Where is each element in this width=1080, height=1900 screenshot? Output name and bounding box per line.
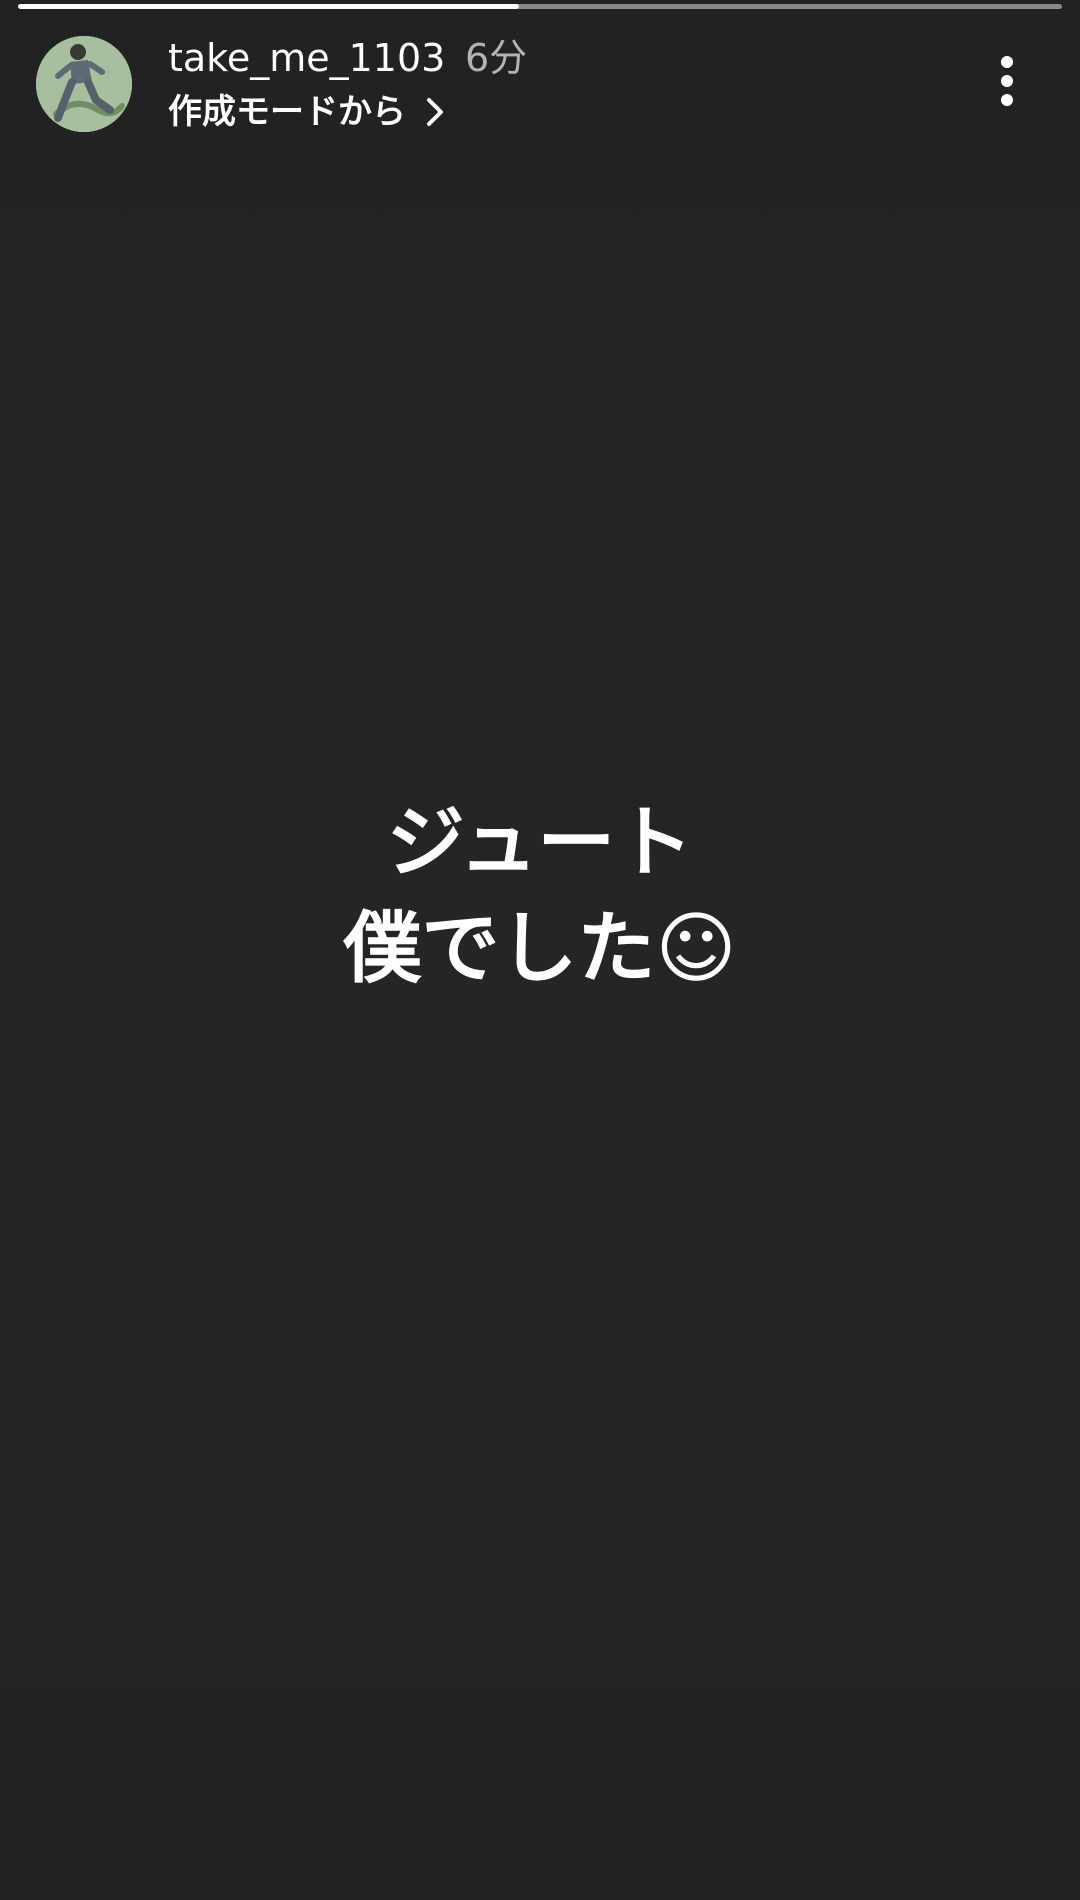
- chevron-right-icon: [427, 98, 443, 126]
- avatar-image: [36, 36, 132, 132]
- avatar[interactable]: [36, 36, 132, 132]
- create-mode-link[interactable]: 作成モードから: [168, 88, 448, 136]
- create-mode-label: 作成モードから: [168, 92, 406, 132]
- story-text-line: 僕でした☺: [343, 904, 737, 994]
- post-timestamp: 6分: [465, 36, 528, 80]
- story-text: ジュート 僕でした☺: [0, 790, 1080, 1002]
- story-progress-fill: [18, 4, 520, 9]
- story-progress-bar: [18, 4, 1062, 9]
- story-viewer[interactable]: take_me_1103 6分 作成モードから ジュート 僕でした☺: [0, 0, 1080, 1900]
- story-text-line: ジュート: [386, 798, 694, 888]
- username[interactable]: take_me_1103: [168, 34, 445, 82]
- more-options-button[interactable]: [985, 50, 1029, 114]
- more-vertical-icon: [1001, 56, 1013, 106]
